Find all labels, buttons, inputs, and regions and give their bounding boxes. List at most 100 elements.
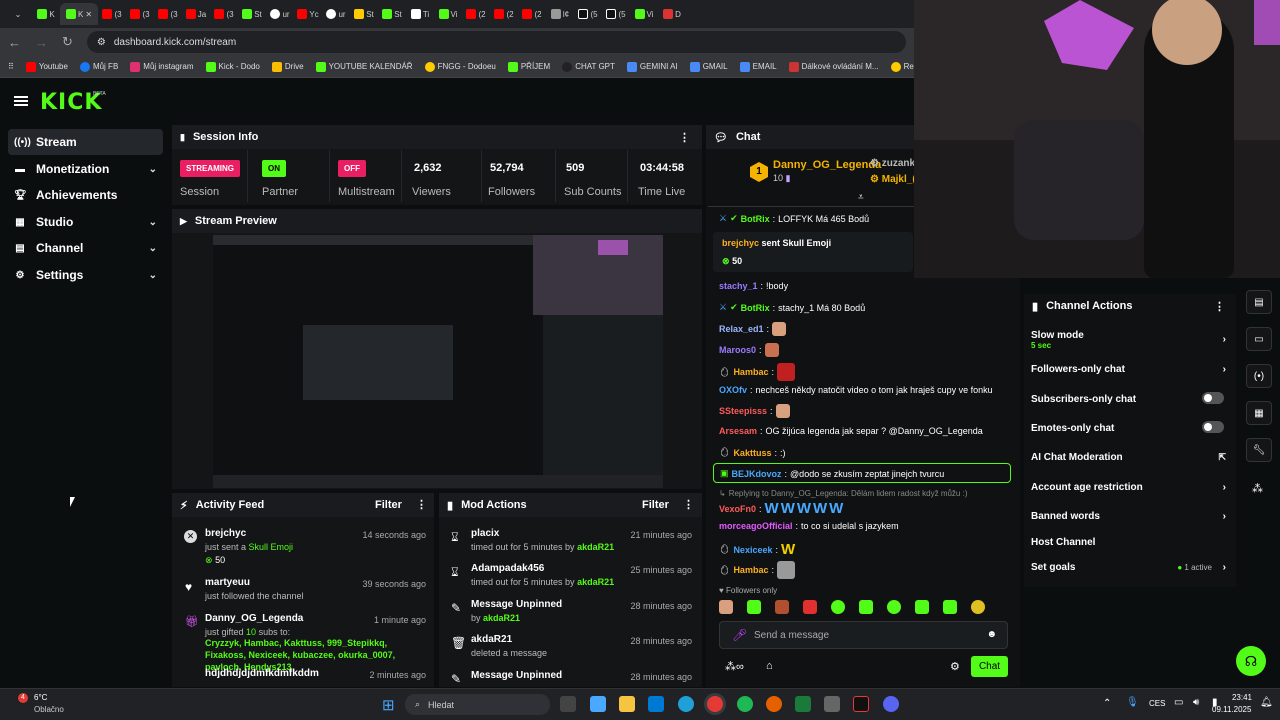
emote-icon[interactable] — [719, 600, 733, 614]
chat-user[interactable]: SSteepisss — [719, 406, 767, 416]
emote-icon[interactable] — [971, 600, 985, 614]
chrome-icon[interactable] — [707, 696, 723, 712]
chat-user[interactable]: Kakttuss — [733, 448, 771, 458]
language-indicator[interactable]: CES — [1149, 699, 1165, 708]
channel-action-banned-words[interactable]: Banned words › — [1031, 511, 1226, 522]
subscribers-only-toggle[interactable] — [1202, 392, 1224, 404]
browser-tab[interactable]: D — [658, 3, 686, 25]
wrench-icon[interactable]: 🔧︎ — [1246, 438, 1272, 462]
chat-input[interactable]: 🎤︎ Send a message ☻ — [719, 621, 1008, 649]
clock-time[interactable]: 23:41 — [1230, 693, 1252, 702]
infinity-icon[interactable]: ⁂∞ — [725, 660, 744, 673]
chat-user[interactable]: Relax_ed1 — [719, 324, 764, 334]
clock-date[interactable]: 09.11.2025 — [1212, 705, 1251, 714]
bookmark[interactable]: Youtube — [25, 61, 68, 72]
emote-icon[interactable] — [887, 600, 901, 614]
chat-user[interactable]: brejchyc — [722, 238, 759, 248]
bookmark[interactable]: YOUTUBE KALENDÁŘ — [315, 61, 413, 72]
collapse-icon[interactable]: ⩡ — [858, 192, 864, 203]
back-icon[interactable]: ← — [8, 35, 21, 50]
chat-user[interactable]: stachy_1 — [719, 281, 758, 291]
channel-action-followers-only[interactable]: Followers-only chat › — [1031, 364, 1226, 375]
site-info-icon[interactable]: ⚙ — [97, 37, 106, 48]
browser-tab[interactable]: ur — [266, 3, 294, 25]
sidebar-item-settings[interactable]: ⚙ Settings ⌄ — [8, 262, 163, 288]
sidebar-item-studio[interactable]: ▦ Studio ⌄ — [8, 209, 163, 235]
layout-icon[interactable]: ▦ — [1246, 401, 1272, 425]
sidebar-item-achievements[interactable]: 🏆︎ Achievements — [8, 182, 163, 208]
firefox-icon[interactable] — [766, 696, 782, 712]
url-input[interactable]: ⚙ dashboard.kick.com/stream — [86, 31, 906, 53]
browser-tab[interactable]: Vi — [630, 3, 658, 25]
store-icon[interactable]: ⌂ — [766, 660, 773, 672]
chat-user[interactable]: BEJKdovoz — [732, 469, 782, 479]
taskbar-search[interactable]: ⌕ Hledat — [405, 694, 550, 715]
windows-start-icon[interactable]: ⊞ — [382, 696, 395, 714]
excel-icon[interactable] — [795, 696, 811, 712]
browser-tab[interactable]: K — [32, 3, 60, 25]
microphone-icon[interactable]: 🎤︎ — [732, 628, 747, 642]
browser-tab[interactable]: (3 — [210, 3, 238, 25]
more-icon[interactable]: ⋮ — [1214, 300, 1225, 313]
apps-icon[interactable]: ⠿ — [8, 62, 14, 71]
sidebar-item-monetization[interactable]: ▬ Monetization ⌄ — [8, 156, 163, 182]
channel-action-host-channel[interactable]: Host Channel — [1031, 537, 1226, 548]
tab-list-button[interactable]: ⌄ — [4, 3, 32, 25]
bookmark[interactable]: FNGG - Dodoeu — [424, 61, 496, 72]
channel-action-ai-moderation[interactable]: AI Chat Moderation ⇱ — [1031, 452, 1226, 463]
more-icon[interactable]: ⋮ — [679, 131, 690, 144]
emote-icon[interactable] — [775, 600, 789, 614]
calculator-icon[interactable] — [824, 696, 840, 712]
top-gifter-3[interactable]: ⚙ Majkl_( — [870, 174, 916, 185]
bookmark[interactable]: GEMINI AI — [626, 61, 678, 72]
channel-action-set-goals[interactable]: Set goals ● 1 active › — [1031, 562, 1226, 573]
browser-tab[interactable]: Ja — [182, 3, 210, 25]
emote-icon[interactable] — [803, 600, 817, 614]
browser-tab[interactable]: Ti — [406, 3, 434, 25]
discord-icon[interactable] — [883, 696, 899, 712]
bookmark[interactable]: Kick - Dodo — [205, 61, 260, 72]
chat-user[interactable]: Hambac — [733, 367, 768, 377]
chat-user[interactable]: morceagoOfficial — [719, 521, 793, 531]
emote-icon[interactable] — [831, 600, 845, 614]
bookmark[interactable]: Re — [890, 61, 914, 72]
broadcast-icon[interactable]: (•) — [1246, 364, 1272, 388]
bookmark[interactable]: Můj FB — [79, 61, 118, 72]
emote-icon[interactable] — [859, 600, 873, 614]
bookmark[interactable]: PŘÍJEM — [507, 61, 550, 72]
explorer-icon[interactable] — [619, 696, 635, 712]
bookmark[interactable]: CHAT GPT — [562, 61, 615, 72]
chevron-up-icon[interactable]: ⌃ — [1103, 698, 1111, 709]
support-icon[interactable]: ☊ — [1236, 646, 1266, 676]
stream-preview-video[interactable] — [213, 235, 663, 488]
weather-desc[interactable]: Oblačno — [34, 705, 64, 714]
chat-user[interactable]: Arsesam — [719, 426, 757, 436]
top-gifter-2[interactable]: ⚙ zuzank — [870, 158, 915, 169]
notification-bell-icon[interactable]: 🔔︎ — [1260, 697, 1273, 708]
clipboard-icon[interactable]: ▤ — [1246, 290, 1272, 314]
spotify-icon[interactable] — [737, 696, 753, 712]
chat-settings-icon[interactable]: ⚙ — [950, 660, 960, 673]
outlook-icon[interactable] — [648, 696, 664, 712]
browser-tab[interactable]: St — [350, 3, 378, 25]
browser-tab[interactable]: (3 — [154, 3, 182, 25]
browser-tab[interactable]: St — [238, 3, 266, 25]
browser-tab[interactable]: (3 — [98, 3, 126, 25]
browser-tab[interactable]: (3 — [126, 3, 154, 25]
bookmark[interactable]: GMAIL — [689, 61, 728, 72]
chat-user[interactable]: BotRix — [741, 214, 770, 224]
chat-user[interactable]: VexoFn0 — [719, 504, 756, 514]
chat-user[interactable]: Nexiceek — [733, 545, 772, 555]
browser-tab-active[interactable]: K ✕ — [60, 3, 98, 25]
chat-user[interactable]: BotRix — [741, 303, 770, 313]
browser-tab[interactable]: (2 — [462, 3, 490, 25]
emote-icon[interactable] — [943, 600, 957, 614]
browser-tab[interactable]: (5 — [574, 3, 602, 25]
microphone-icon[interactable]: 🎙︎ — [1126, 697, 1139, 708]
network-icon[interactable]: ▭ — [1174, 697, 1183, 708]
chat-user[interactable]: OXOfv — [719, 385, 747, 395]
edge-icon[interactable] — [678, 696, 694, 712]
bookmark[interactable]: Dálkové ovládání M... — [788, 61, 879, 72]
emote-icon[interactable] — [915, 600, 929, 614]
browser-tab[interactable]: Yc — [294, 3, 322, 25]
